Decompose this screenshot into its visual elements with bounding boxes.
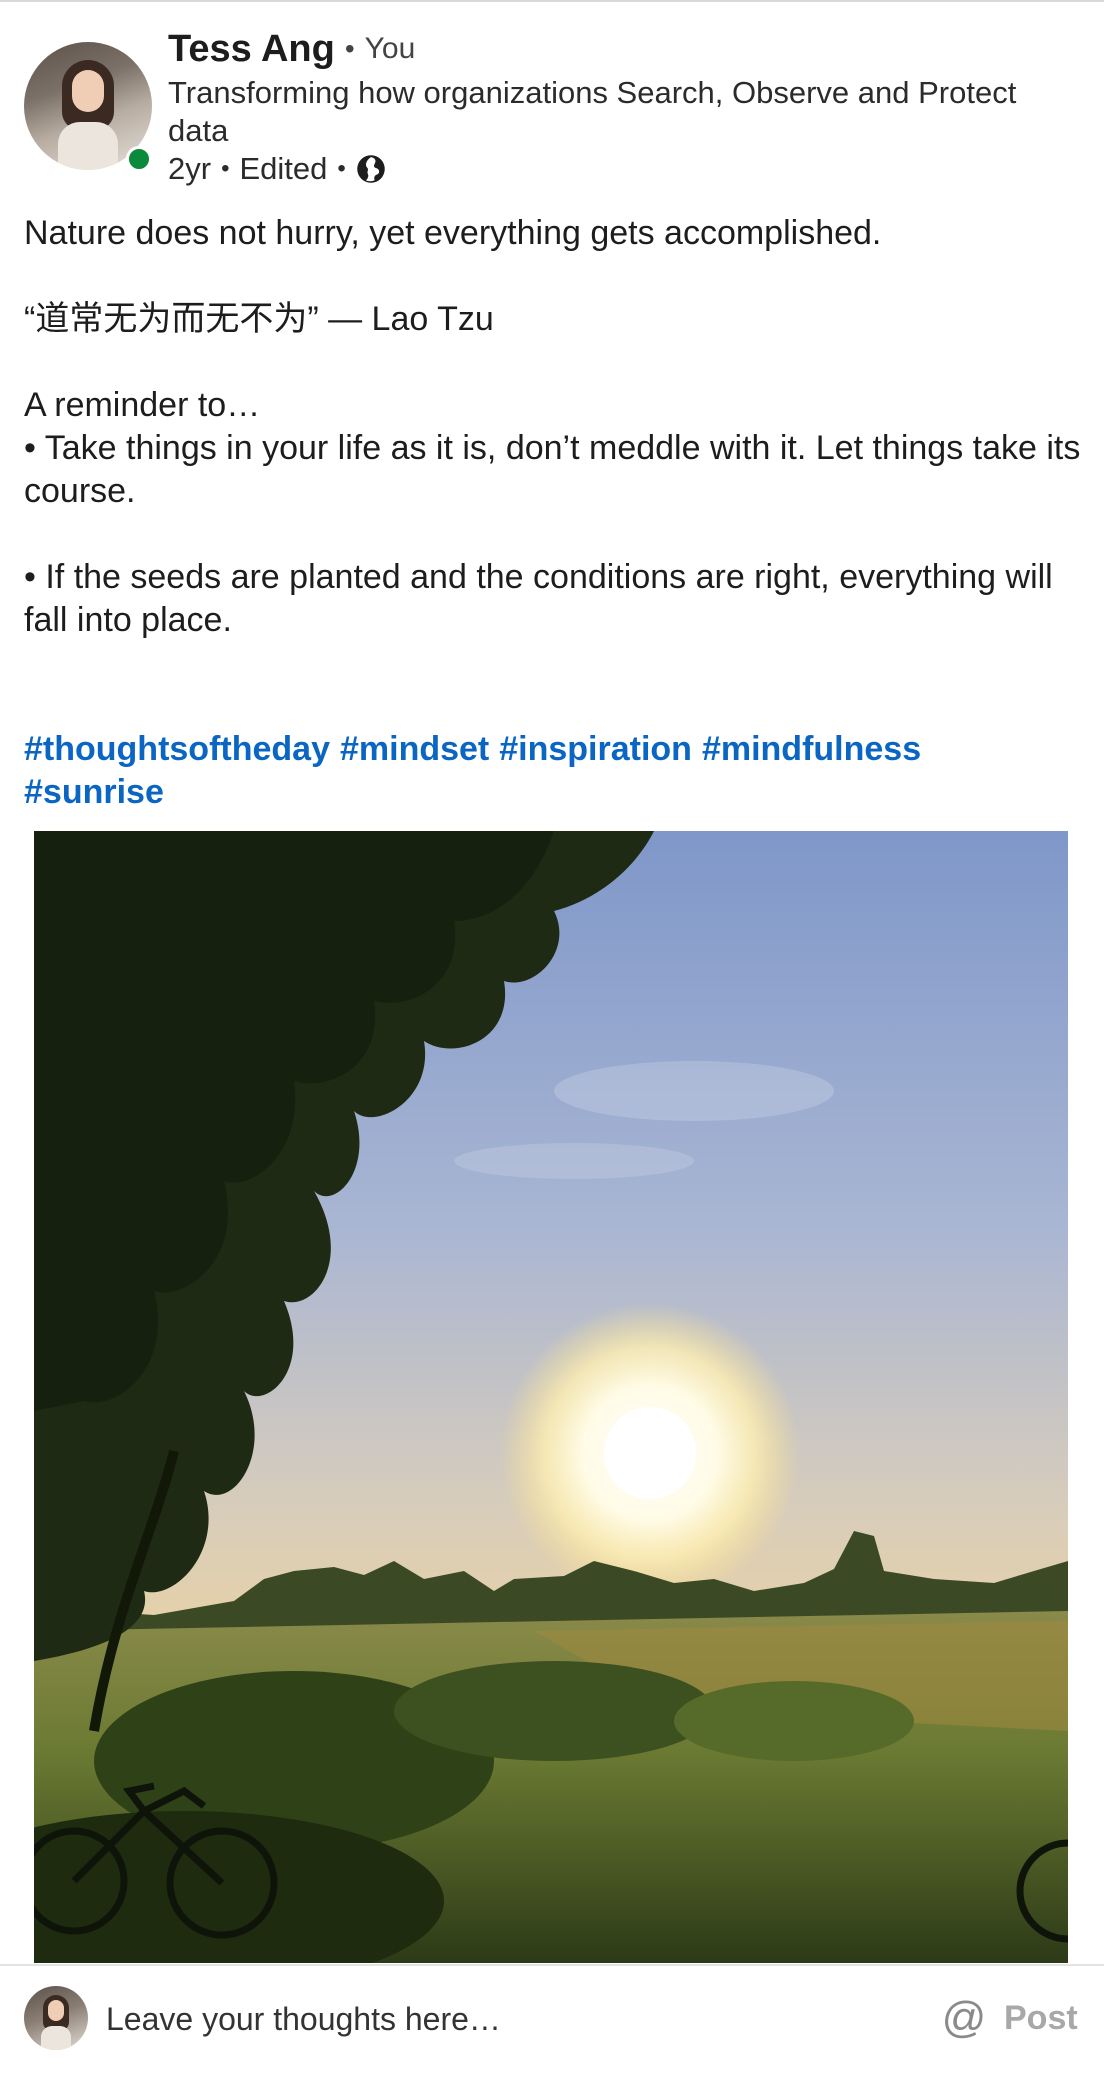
post-line: • If the seeds are planted and the condi… bbox=[24, 558, 1053, 639]
globe-icon bbox=[357, 155, 385, 183]
top-divider bbox=[0, 0, 1104, 2]
comment-input[interactable] bbox=[104, 1992, 908, 2046]
post-button[interactable]: Post bbox=[1004, 1992, 1078, 2044]
post-image[interactable] bbox=[34, 831, 1068, 1963]
post-age: 2yr bbox=[168, 151, 212, 186]
hashtag-link[interactable]: #inspiration bbox=[499, 730, 692, 768]
separator-dot: • bbox=[221, 155, 230, 182]
hashtag-link[interactable]: #thoughtsoftheday bbox=[24, 730, 330, 768]
relation-tag: You bbox=[364, 32, 416, 65]
separator-dot: • bbox=[337, 155, 346, 182]
post-text: Nature does not hurry, yet everything ge… bbox=[24, 212, 1084, 814]
author-name[interactable]: Tess Ang bbox=[168, 28, 335, 71]
at-sign-icon[interactable]: @ bbox=[940, 1992, 988, 2044]
comment-bar: @ Post bbox=[0, 1964, 1104, 2074]
author-line: Tess Ang • You bbox=[168, 26, 415, 72]
hashtag-link[interactable]: #mindfulness bbox=[702, 730, 921, 768]
separator-dot: • bbox=[344, 33, 355, 64]
author-headline: Transforming how organizations Search, O… bbox=[168, 75, 1017, 148]
hashtag-link[interactable]: #sunrise bbox=[24, 773, 164, 811]
post-line: Nature does not hurry, yet everything ge… bbox=[24, 214, 882, 252]
author-avatar-container[interactable] bbox=[24, 42, 152, 172]
post-line: “道常无为而无不为” — Lao Tzu bbox=[24, 300, 494, 338]
hashtag-list: #thoughtsoftheday #mindset #inspiration #mi… bbox=[24, 728, 1084, 814]
post-line: • Take things in your life as it is, don… bbox=[24, 429, 1081, 510]
hashtag-link[interactable]: #mindset bbox=[340, 730, 489, 768]
post-line: A reminder to… bbox=[24, 386, 261, 424]
post-meta: 2yr • Edited • bbox=[168, 150, 386, 188]
edited-label: Edited bbox=[239, 151, 328, 186]
online-status-indicator bbox=[126, 146, 152, 172]
avatar bbox=[24, 1986, 88, 2050]
